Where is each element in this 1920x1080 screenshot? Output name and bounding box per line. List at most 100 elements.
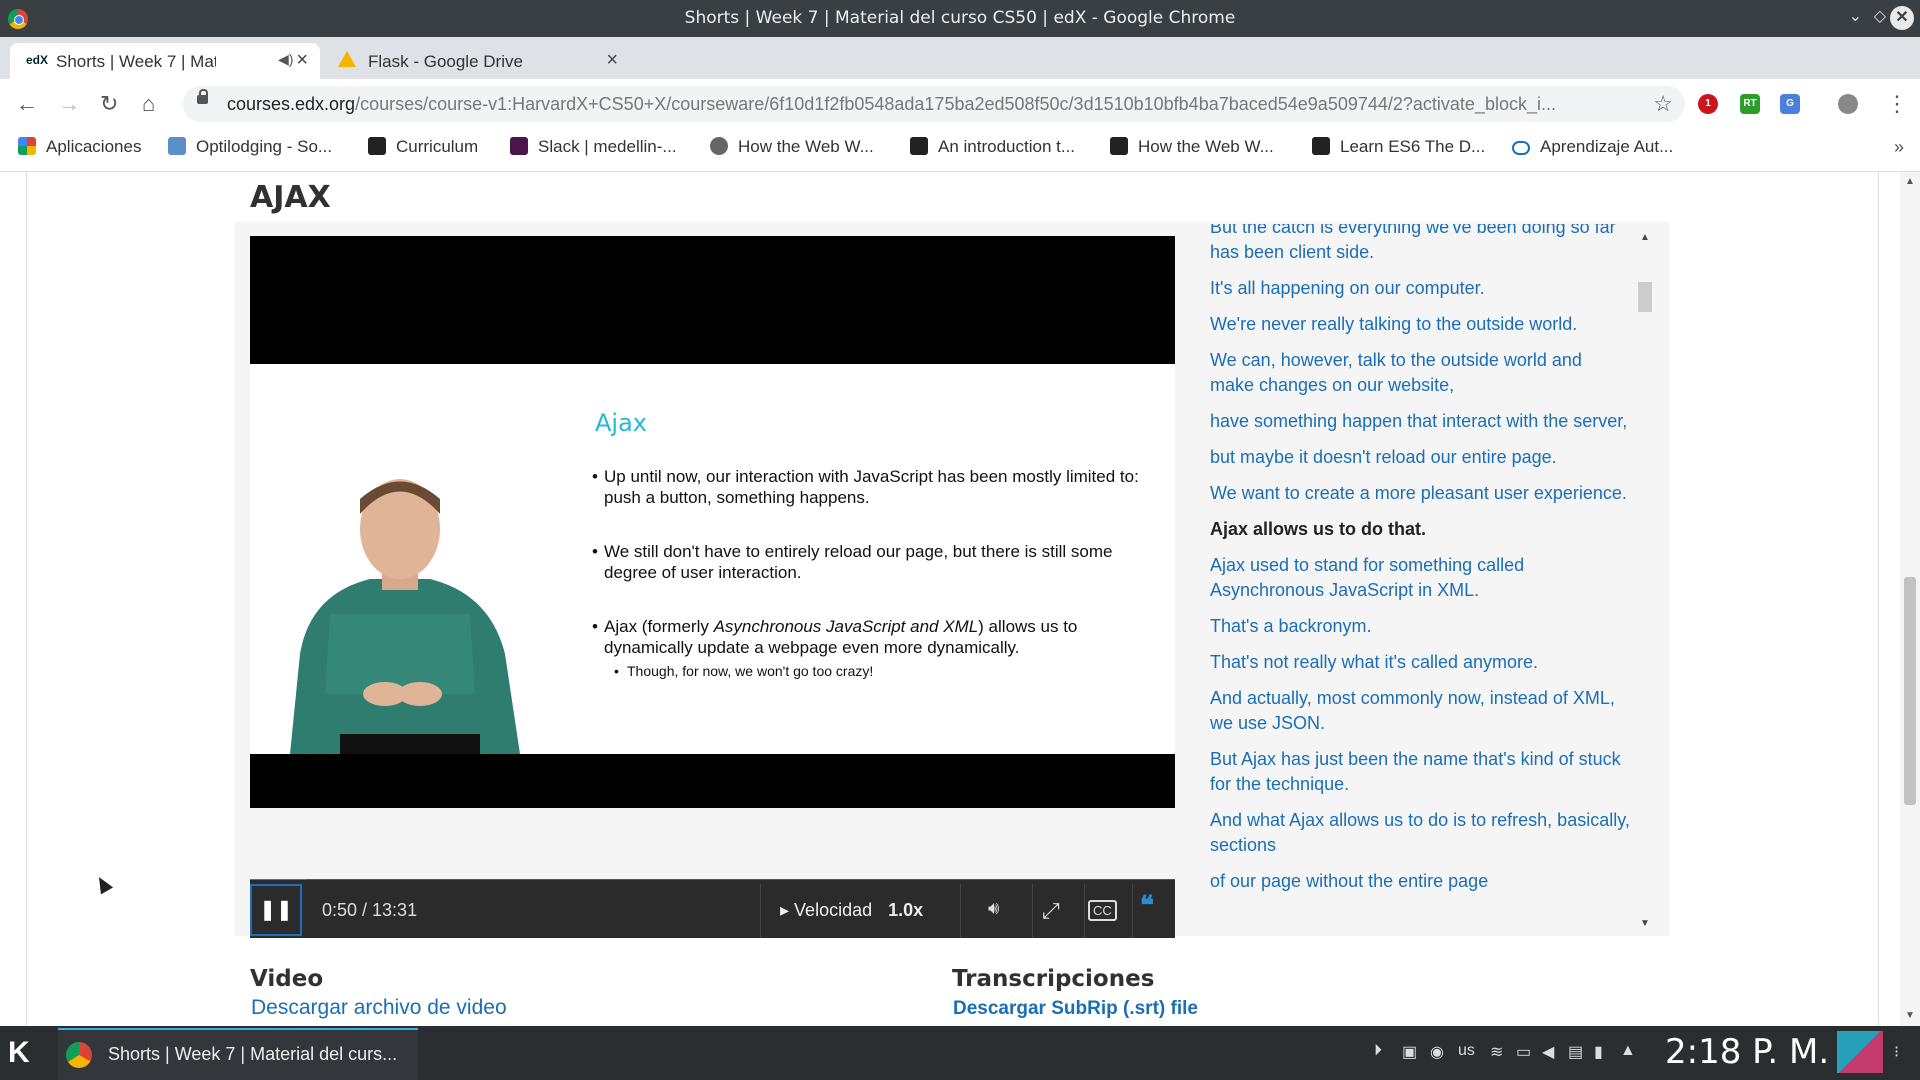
transcript-line[interactable]: Ajax used to stand for something called … <box>1210 553 1630 603</box>
speed-button[interactable]: ▸ Velocidad 1.0x <box>780 900 923 921</box>
kde-launcher-icon[interactable]: K <box>8 1036 30 1070</box>
divider <box>760 884 761 938</box>
address-bar[interactable]: courses.edx.org/courses/course-v1:Harvar… <box>183 86 1685 122</box>
transcript-line[interactable]: have something happen that interact with… <box>1210 409 1630 434</box>
tab-edx[interactable]: edX Shorts | Week 7 | Materi ◀) × <box>10 43 320 79</box>
clipboard-icon[interactable]: ▣ <box>1402 1042 1417 1062</box>
transcript-line[interactable]: And what Ajax allows us to do is to refr… <box>1210 808 1630 858</box>
bookmark-item[interactable]: Slack | medellin-... <box>510 137 677 157</box>
reload-icon[interactable]: ↻ <box>100 91 118 117</box>
translate-icon[interactable]: G <box>1780 94 1800 114</box>
bookmark-item[interactable]: An introduction t... <box>910 137 1075 157</box>
slide-bullet: We still don't have to entirely reload o… <box>592 541 1152 583</box>
transcript-line[interactable]: of our page without the entire page <box>1210 869 1630 894</box>
scroll-down-icon[interactable]: ▼ <box>1640 918 1650 929</box>
bookmark-item[interactable]: Learn ES6 The D... <box>1312 137 1485 157</box>
media-icon[interactable]: ⏵ <box>1374 1042 1382 1060</box>
volume-icon[interactable]: 🔊︎ <box>988 898 999 919</box>
minimize-icon[interactable]: ⌄ <box>1849 6 1862 26</box>
slide-bullet: Ajax (formerly Asynchronous JavaScript a… <box>592 616 1152 658</box>
menu-icon[interactable]: ⋮ <box>1886 91 1908 117</box>
download-video-link[interactable]: Descargar archivo de video <box>251 996 507 1020</box>
transcript-scrollbar[interactable]: ▲ ▼ <box>1638 232 1652 932</box>
rt-icon[interactable]: RT <box>1740 94 1760 114</box>
pause-button[interactable]: ❚❚ <box>250 884 302 936</box>
transcript-line-current[interactable]: Ajax allows us to do that. <box>1210 517 1630 542</box>
transcript-line[interactable]: That's not really what it's called anymo… <box>1210 650 1630 675</box>
transcript-panel[interactable]: But the catch is everything we've been d… <box>1210 224 1630 930</box>
bookmark-item[interactable]: How the Web W... <box>710 137 874 157</box>
download-srt-link[interactable]: Descargar SubRip (.srt) file <box>953 998 1198 1020</box>
close-tab-icon[interactable]: × <box>606 49 618 72</box>
play-triangle-icon: ▸ <box>780 900 795 920</box>
window-title: Shorts | Week 7 | Material del curso CS5… <box>684 8 1236 28</box>
keyboard-layout[interactable]: us <box>1458 1042 1475 1060</box>
transcript-line[interactable]: That's a backronym. <box>1210 614 1630 639</box>
home-icon[interactable]: ⌂ <box>142 91 155 117</box>
video-downloads-heading: Video <box>250 966 324 992</box>
fullscreen-icon[interactable]: ⤢ <box>1042 898 1060 924</box>
transcript-line[interactable]: We can, however, talk to the outside wor… <box>1210 348 1630 398</box>
bookmarks-bar: Aplicaciones Optilodging - So... Curricu… <box>0 129 1920 172</box>
transcript-toggle-icon[interactable]: ❝ <box>1140 890 1154 921</box>
video-player[interactable]: Ajax Up until now, our interaction with … <box>250 236 1175 808</box>
close-tab-icon[interactable]: × <box>296 49 308 72</box>
tab-strip: edX Shorts | Week 7 | Materi ◀) × Flask … <box>0 37 1920 106</box>
close-window-button[interactable]: ✕ <box>1890 6 1914 30</box>
bookmark-item[interactable]: How the Web W... <box>1110 137 1274 157</box>
panel-options-icon[interactable]: ⁝ <box>1894 1042 1899 1062</box>
scroll-down-icon[interactable]: ▼ <box>1905 1010 1915 1021</box>
lock-icon[interactable]: ▮ <box>1594 1042 1603 1062</box>
back-icon[interactable]: ← <box>16 91 38 117</box>
browser-toolbar: ← → ↻ ⌂ courses.edx.org/courses/course-v… <box>0 79 1920 129</box>
scroll-up-icon[interactable]: ▲ <box>1905 176 1915 187</box>
transcript-line[interactable]: We're never really talking to the outsid… <box>1210 312 1630 337</box>
bookmark-item[interactable]: Curriculum <box>368 137 478 157</box>
time-display: 0:50 / 13:31 <box>322 900 418 920</box>
show-desktop-icon[interactable] <box>1837 1031 1883 1073</box>
divider <box>1032 884 1033 938</box>
profile-icon[interactable] <box>1838 94 1858 114</box>
more-bookmarks-icon[interactable]: » <box>1894 137 1904 158</box>
transcript-line[interactable]: But Ajax has just been the name that's k… <box>1210 747 1630 797</box>
clock[interactable]: 2:18 P. M. <box>1665 1032 1829 1072</box>
notes-icon[interactable]: ▤ <box>1568 1042 1583 1062</box>
tray-expand-icon[interactable]: ▲ <box>1620 1042 1636 1060</box>
transcript-line[interactable]: We want to create a more pleasant user e… <box>1210 481 1630 506</box>
bookmark-item[interactable]: Aprendizaje Aut... <box>1512 137 1673 157</box>
edx-favicon-icon: edX <box>26 53 49 67</box>
bookmark-favicon-icon <box>1110 137 1128 155</box>
google-drive-icon <box>338 51 356 67</box>
wifi-icon[interactable]: ≋ <box>1490 1042 1503 1062</box>
speaker-icon[interactable]: ◀) <box>278 51 293 68</box>
bookmark-item[interactable]: Optilodging - So... <box>168 137 332 157</box>
window-titlebar: Shorts | Week 7 | Material del curso CS5… <box>0 0 1920 37</box>
scrollbar-thumb[interactable] <box>1638 282 1652 312</box>
scrollbar-thumb[interactable] <box>1904 577 1916 805</box>
transcript-line[interactable]: It's all happening on our computer. <box>1210 276 1630 301</box>
scroll-up-icon[interactable]: ▲ <box>1640 232 1650 243</box>
bookmark-apps[interactable]: Aplicaciones <box>18 137 141 157</box>
url-text[interactable]: courses.edx.org/courses/course-v1:Harvar… <box>227 94 1647 115</box>
battery-icon[interactable]: ▭ <box>1516 1042 1531 1062</box>
forward-icon[interactable]: → <box>58 91 80 117</box>
tab-label: Shorts | Week 7 | Materi <box>56 52 216 71</box>
bookmark-star-icon[interactable]: ☆ <box>1653 91 1673 117</box>
divider <box>1084 884 1085 938</box>
transcript-line[interactable]: And actually, most commonly now, instead… <box>1210 686 1630 736</box>
lock-icon <box>197 89 208 104</box>
transcript-line[interactable]: But the catch is everything we've been d… <box>1210 224 1630 265</box>
accessibility-icon[interactable]: ◉ <box>1430 1042 1444 1062</box>
maximize-icon[interactable]: ◇ <box>1874 6 1886 26</box>
task-label: Shorts | Week 7 | Material del curs... <box>108 1044 398 1064</box>
taskbar-task-chrome[interactable]: Shorts | Week 7 | Material del curs... <box>58 1028 418 1080</box>
presenter-image <box>290 479 520 754</box>
volume-icon[interactable]: ◀ <box>1542 1042 1554 1062</box>
transcript-line[interactable]: but maybe it doesn't reload our entire p… <box>1210 445 1630 470</box>
closed-captions-icon[interactable]: CC <box>1088 900 1117 921</box>
page-scrollbar[interactable]: ▲ ▼ <box>1900 172 1920 1026</box>
slide-sub-bullet: Though, for now, we won't go too crazy! <box>592 661 1152 682</box>
slide-title: Ajax <box>595 409 647 437</box>
ublock-icon[interactable]: 1 <box>1698 94 1718 114</box>
tab-google-drive[interactable]: Flask - Google Drive × <box>330 43 630 79</box>
